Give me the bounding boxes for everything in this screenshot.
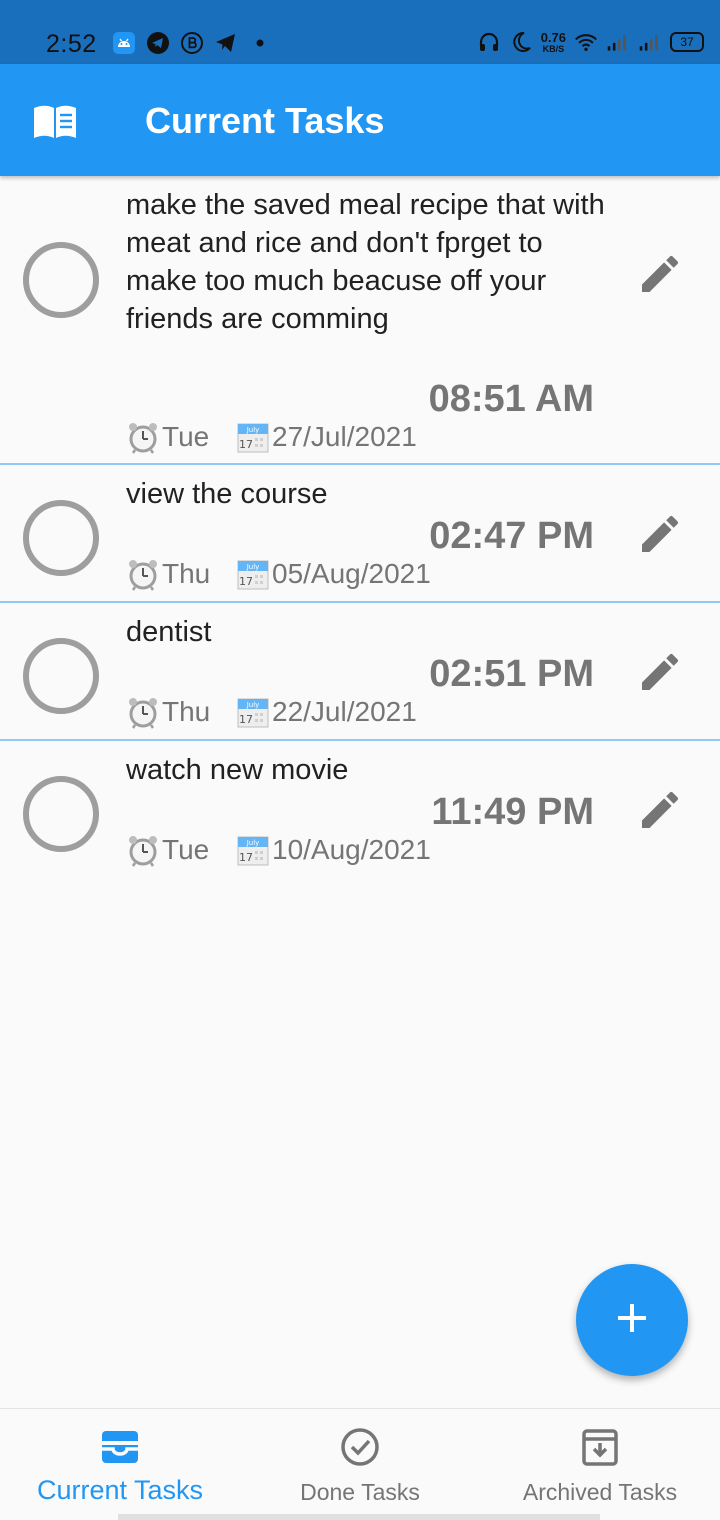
task-time: 11:49 PM bbox=[431, 791, 594, 833]
alarm-clock-icon bbox=[126, 833, 160, 867]
inbox-icon bbox=[100, 1427, 140, 1472]
signal-icon-sim1 bbox=[606, 30, 630, 54]
task-title: make the saved meal recipe that with mea… bbox=[126, 189, 605, 335]
task-time: 08:51 AM bbox=[428, 378, 594, 420]
system-icons: 0.76 KB/S 37 bbox=[477, 30, 704, 54]
nav-archived-tasks[interactable]: Archived Tasks bbox=[480, 1409, 720, 1520]
pencil-icon bbox=[636, 792, 684, 838]
task-complete-toggle[interactable] bbox=[23, 776, 99, 852]
alarm-clock-icon bbox=[126, 695, 160, 729]
task-date: July 17 27/Jul/2021 bbox=[236, 420, 417, 454]
task-date-label: 10/Aug/2021 bbox=[272, 834, 431, 865]
battery-indicator: 37 bbox=[670, 32, 704, 52]
signal-icon-sim2 bbox=[638, 30, 662, 54]
task-item: view the course 02:47 PM Thu July 17 05/A… bbox=[0, 465, 720, 603]
edit-task-button[interactable] bbox=[636, 786, 684, 834]
menu-book-icon bbox=[32, 104, 78, 145]
task-date-label: 27/Jul/2021 bbox=[272, 421, 417, 452]
task-day: Tue bbox=[126, 833, 236, 867]
wifi-icon bbox=[574, 30, 598, 54]
task-title: dentist bbox=[126, 616, 212, 648]
task-day: Tue bbox=[126, 420, 236, 454]
task-complete-toggle[interactable] bbox=[23, 500, 99, 576]
bottom-navigation: Current Tasks Done Tasks Archived Tasks bbox=[0, 1408, 720, 1520]
task-day-label: Thu bbox=[162, 558, 211, 589]
b-app-icon bbox=[180, 31, 204, 55]
edit-task-button[interactable] bbox=[636, 510, 684, 558]
pencil-icon bbox=[636, 654, 684, 700]
task-item: watch new movie 11:49 PM Tue July 17 10/A… bbox=[0, 741, 720, 879]
edit-task-button[interactable] bbox=[636, 250, 684, 298]
task-day-label: Thu bbox=[162, 696, 211, 727]
task-day: Thu bbox=[126, 695, 236, 729]
task-day: Thu bbox=[126, 557, 236, 591]
android-icon bbox=[112, 31, 136, 55]
calendar-icon: July 17 bbox=[236, 557, 270, 591]
status-bar: 2:52 0.76 KB/S 37 bbox=[0, 0, 720, 64]
nav-done-tasks[interactable]: Done Tasks bbox=[240, 1409, 480, 1520]
archive-icon bbox=[580, 1427, 620, 1472]
task-date-label: 22/Jul/2021 bbox=[272, 696, 417, 727]
svg-text:17: 17 bbox=[239, 438, 253, 451]
task-day-label: Tue bbox=[162, 421, 210, 452]
moon-icon bbox=[509, 30, 533, 54]
nav-label: Archived Tasks bbox=[522, 1479, 678, 1505]
app-bar: Current Tasks bbox=[0, 64, 720, 176]
network-speed: 0.76 KB/S bbox=[540, 29, 566, 54]
gesture-bar bbox=[118, 1514, 600, 1520]
task-date-label: 05/Aug/2021 bbox=[272, 558, 431, 589]
task-title: view the course bbox=[126, 478, 328, 510]
task-meta: Thu July 17 22/Jul/2021 bbox=[126, 695, 417, 729]
task-list: make the saved meal recipe that with mea… bbox=[0, 176, 720, 879]
telegram-icon bbox=[146, 31, 170, 55]
plus-icon bbox=[615, 1301, 649, 1340]
task-item: make the saved meal recipe that with mea… bbox=[0, 176, 720, 465]
task-date: July 17 10/Aug/2021 bbox=[236, 833, 431, 867]
calendar-icon: July 17 bbox=[236, 695, 270, 729]
nav-label: Current Tasks bbox=[36, 1475, 204, 1505]
nav-current-tasks[interactable]: Current Tasks bbox=[0, 1409, 240, 1520]
task-day-label: Tue bbox=[162, 834, 210, 865]
send-icon bbox=[214, 31, 238, 55]
more-notifications-dot-icon bbox=[248, 31, 272, 55]
task-complete-toggle[interactable] bbox=[23, 638, 99, 714]
svg-text:July: July bbox=[246, 426, 260, 434]
svg-text:July: July bbox=[246, 563, 260, 571]
notification-icons bbox=[112, 31, 272, 55]
svg-text:17: 17 bbox=[239, 851, 253, 864]
pencil-icon bbox=[636, 516, 684, 562]
calendar-icon: July 17 bbox=[236, 833, 270, 867]
pencil-icon bbox=[636, 256, 684, 302]
svg-text:17: 17 bbox=[239, 575, 253, 588]
task-date: July 17 05/Aug/2021 bbox=[236, 557, 431, 591]
alarm-clock-icon bbox=[126, 420, 160, 454]
svg-text:17: 17 bbox=[239, 713, 253, 726]
task-title: watch new movie bbox=[126, 754, 349, 786]
headphones-icon bbox=[477, 30, 501, 54]
alarm-clock-icon bbox=[126, 557, 160, 591]
task-date: July 17 22/Jul/2021 bbox=[236, 695, 417, 729]
svg-text:July: July bbox=[246, 839, 260, 847]
task-time: 02:47 PM bbox=[429, 515, 594, 557]
status-time: 2:52 bbox=[46, 30, 97, 58]
add-task-button[interactable] bbox=[576, 1264, 688, 1376]
task-complete-toggle[interactable] bbox=[23, 242, 99, 318]
task-meta: Tue July 17 27/Jul/2021 bbox=[126, 420, 417, 454]
svg-text:July: July bbox=[246, 701, 260, 709]
check-circle-icon bbox=[340, 1427, 380, 1472]
edit-task-button[interactable] bbox=[636, 648, 684, 696]
nav-label: Done Tasks bbox=[300, 1479, 420, 1505]
task-item: dentist 02:51 PM Thu July 17 22/Jul/2021 bbox=[0, 603, 720, 741]
task-time: 02:51 PM bbox=[429, 653, 594, 695]
page-title: Current Tasks bbox=[145, 100, 385, 141]
task-meta: Tue July 17 10/Aug/2021 bbox=[126, 833, 431, 867]
calendar-icon: July 17 bbox=[236, 420, 270, 454]
task-meta: Thu July 17 05/Aug/2021 bbox=[126, 557, 431, 591]
